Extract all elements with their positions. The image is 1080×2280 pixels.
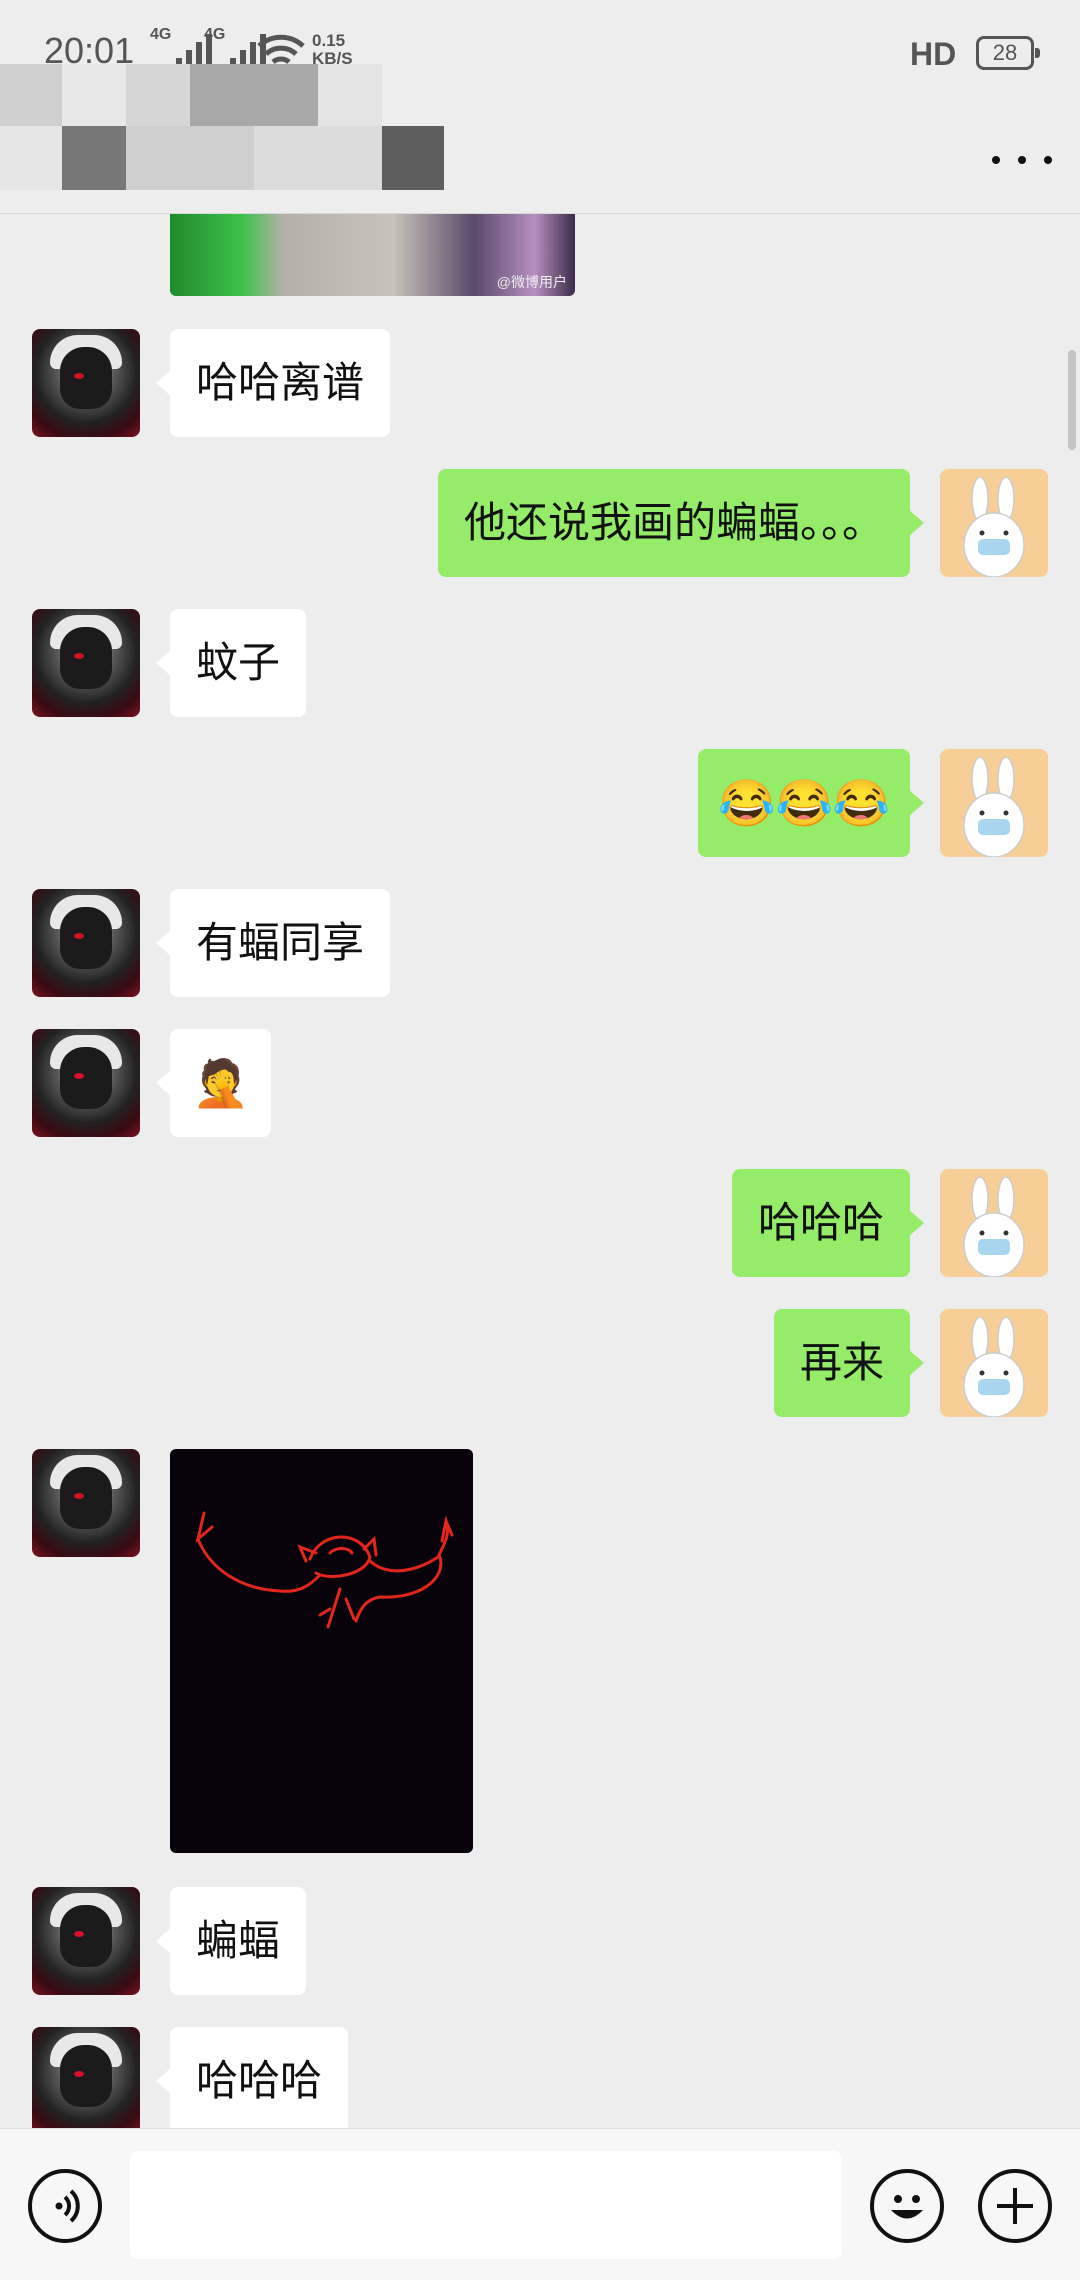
contact-avatar[interactable] bbox=[32, 329, 140, 437]
message-bubble-incoming[interactable]: 🤦 bbox=[155, 1029, 272, 1137]
chat-messages[interactable]: @微博用户 哈哈离谱 他还说我画的蝙蝠。。。 蚊子 😂😂😂 有蝠同享 🤦 哈哈哈… bbox=[0, 214, 1080, 2128]
message-bubble-incoming[interactable]: 哈哈哈 bbox=[155, 2027, 349, 2128]
message-input[interactable] bbox=[130, 2151, 842, 2259]
contact-avatar[interactable] bbox=[32, 609, 140, 717]
bunny-icon bbox=[963, 1316, 1025, 1417]
message-bubble-outgoing[interactable]: 他还说我画的蝙蝠。。。 bbox=[437, 469, 925, 577]
message-bubble-outgoing[interactable]: 😂😂😂 bbox=[698, 749, 924, 857]
image-message-partial[interactable]: @微博用户 bbox=[170, 214, 575, 296]
image-watermark: @微博用户 bbox=[496, 274, 567, 290]
contact-avatar[interactable] bbox=[32, 2027, 140, 2128]
scrollbar[interactable] bbox=[1068, 350, 1076, 450]
more-dots-icon bbox=[992, 156, 1000, 164]
my-avatar[interactable] bbox=[940, 469, 1048, 577]
input-bar bbox=[0, 2128, 1080, 2280]
message-bubble-outgoing[interactable]: 再来 bbox=[773, 1309, 925, 1417]
battery-icon: 28 bbox=[976, 36, 1040, 70]
message-bubble-outgoing[interactable]: 哈哈哈 bbox=[731, 1169, 925, 1277]
facepalm-emoji: 🤦 bbox=[192, 1056, 250, 1110]
plus-icon bbox=[997, 2188, 1033, 2224]
image-message-bat-drawing[interactable] bbox=[170, 1449, 473, 1853]
my-avatar[interactable] bbox=[940, 749, 1048, 857]
message-bubble-incoming[interactable]: 哈哈离谱 bbox=[155, 329, 391, 437]
more-functions-button[interactable] bbox=[978, 2169, 1052, 2243]
voice-icon bbox=[55, 2189, 80, 2223]
network-speed: 0.15 KB/S bbox=[312, 31, 353, 68]
message-bubble-incoming[interactable]: 蚊子 bbox=[155, 609, 307, 717]
contact-avatar[interactable] bbox=[32, 889, 140, 997]
contact-avatar[interactable] bbox=[32, 1887, 140, 1995]
emoji-icon bbox=[891, 2195, 923, 2219]
battery-level: 28 bbox=[992, 40, 1018, 65]
message-bubble-incoming[interactable]: 蝙蝠 bbox=[155, 1887, 307, 1995]
laugh-cry-emoji: 😂😂😂 bbox=[718, 776, 890, 830]
more-options-button[interactable] bbox=[992, 140, 1052, 180]
chat-header bbox=[0, 64, 1080, 214]
hd-indicator: HD bbox=[910, 36, 957, 72]
message-bubble-incoming[interactable]: 有蝠同享 bbox=[155, 889, 391, 997]
my-avatar[interactable] bbox=[940, 1169, 1048, 1277]
bunny-icon bbox=[963, 756, 1025, 857]
contact-avatar[interactable] bbox=[32, 1449, 140, 1557]
bunny-icon bbox=[963, 1176, 1025, 1277]
emoji-button[interactable] bbox=[870, 2169, 944, 2243]
voice-button[interactable] bbox=[28, 2169, 102, 2243]
my-avatar[interactable] bbox=[940, 1309, 1048, 1417]
contact-avatar[interactable] bbox=[32, 1029, 140, 1137]
bat-drawing-image bbox=[195, 1511, 454, 1629]
bunny-icon bbox=[963, 476, 1025, 577]
blurred-contact-name bbox=[0, 64, 450, 194]
